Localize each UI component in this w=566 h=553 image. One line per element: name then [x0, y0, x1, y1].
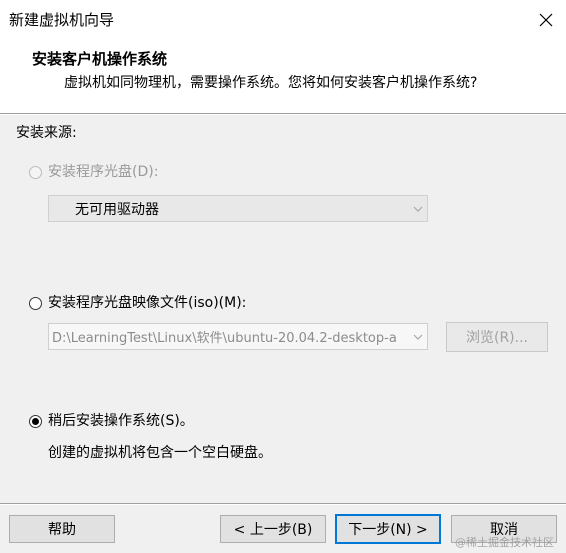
- radio-later-label[interactable]: 稍后安装操作系统(S)。: [48, 412, 194, 430]
- radio-iso-label[interactable]: 安装程序光盘映像文件(iso)(M):: [48, 294, 246, 312]
- radio-later[interactable]: [29, 414, 42, 428]
- install-later-description: 创建的虚拟机将包含一个空白硬盘。: [48, 445, 272, 461]
- title-bar: 新建虚拟机向导: [0, 0, 566, 40]
- radio-disc-label: 安装程序光盘(D):: [48, 164, 159, 180]
- page-subtitle: 虚拟机如同物理机，需要操作系统。您将如何安装客户机操作系统?: [64, 75, 478, 91]
- page-title: 安装客户机操作系统: [32, 50, 168, 68]
- next-button[interactable]: 下一步(N) >: [335, 514, 441, 544]
- drive-select: 无可用驱动器: [48, 195, 428, 222]
- help-button[interactable]: 帮助: [9, 515, 115, 543]
- footer-divider-highlight: [0, 504, 566, 505]
- install-source-label: 安装来源:: [16, 125, 77, 141]
- radio-disc: [29, 165, 42, 179]
- new-vm-wizard-window: 新建虚拟机向导 安装客户机操作系统 虚拟机如同物理机，需要操作系统。您将如何安装…: [0, 0, 566, 553]
- radio-option-disc: 安装程序光盘(D):: [29, 163, 158, 181]
- drive-select-value: 无可用驱动器: [75, 201, 159, 218]
- window-title: 新建虚拟机向导: [9, 11, 115, 29]
- iso-path-combobox: D:\LearningTest\Linux\软件\ubuntu-20.04.2-…: [48, 323, 428, 350]
- radio-option-later[interactable]: 稍后安装操作系统(S)。: [29, 412, 194, 430]
- chevron-down-icon: [413, 206, 423, 212]
- browse-button: 浏览(R)...: [446, 322, 548, 352]
- watermark: @稀土掘金技术社区: [455, 536, 554, 549]
- close-icon: [539, 13, 553, 27]
- radio-option-iso[interactable]: 安装程序光盘映像文件(iso)(M):: [29, 294, 246, 312]
- close-button[interactable]: [532, 6, 560, 34]
- back-button[interactable]: < 上一步(B): [220, 515, 326, 543]
- radio-iso[interactable]: [29, 296, 42, 310]
- wizard-header: 安装客户机操作系统 虚拟机如同物理机，需要操作系统。您将如何安装客户机操作系统?: [0, 40, 566, 113]
- iso-path-value: D:\LearningTest\Linux\软件\ubuntu-20.04.2-…: [52, 331, 397, 346]
- header-divider-highlight: [0, 114, 566, 115]
- chevron-down-icon: [413, 334, 423, 340]
